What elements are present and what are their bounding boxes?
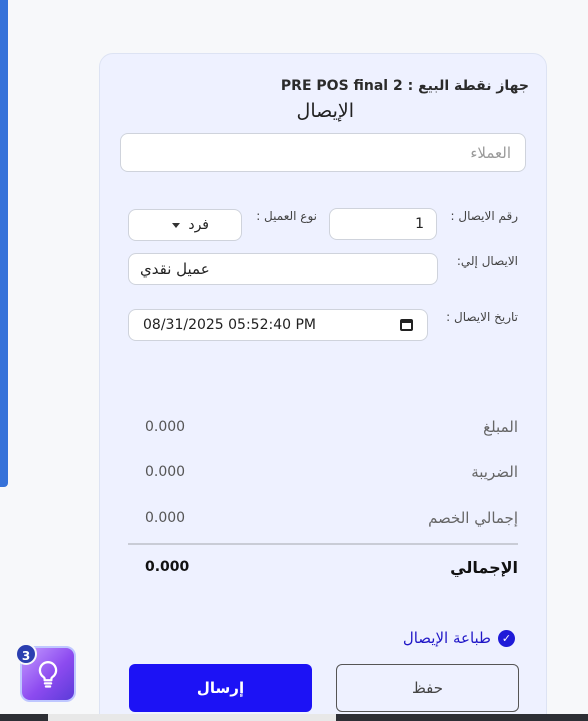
receipt-date-label: تاريخ الايصال : (446, 310, 518, 324)
tax-value: 0.000 (145, 464, 186, 480)
receipt-date-value: 08/31/2025 05:52:40 PM (143, 317, 316, 333)
page-title: الإيصال (296, 100, 354, 122)
receipt-panel: جهاز نقطة البيع : PRE POS final 2 الإيصا… (99, 53, 547, 721)
summary-total-row: 0.000 الإجمالي (128, 555, 518, 579)
customer-type-select[interactable]: فرد (128, 209, 242, 241)
print-receipt-label: طباعة الإيصال (402, 629, 491, 647)
print-receipt-option[interactable]: ✓ طباعة الإيصال (403, 629, 515, 647)
receipt-number-field[interactable] (329, 208, 437, 240)
total-value: 0.000 (145, 559, 190, 575)
customers-field[interactable] (120, 133, 526, 172)
receipt-date-field[interactable]: 08/31/2025 05:52:40 PM (128, 309, 428, 341)
save-button[interactable]: حفظ (336, 664, 519, 712)
calendar-icon[interactable] (400, 319, 413, 331)
summary-discount-row: 0.000 إجمالي الخصم (128, 506, 518, 530)
customer-type-value: فرد (188, 217, 209, 233)
total-label: الإجمالي (450, 557, 518, 577)
receipt-to-value: عميل نقدي (140, 260, 210, 278)
receipt-to-label: الايصال إلي: (456, 254, 518, 268)
customer-type-label: نوع العميل : (256, 209, 317, 223)
receipt-number-label: رقم الايصال : (450, 209, 519, 223)
summary-divider (128, 543, 518, 545)
bottom-bar-segment (48, 714, 336, 721)
amount-label: المبلغ (483, 418, 518, 436)
check-circle-icon[interactable]: ✓ (498, 629, 515, 647)
send-button[interactable]: إرسال (129, 664, 312, 712)
discount-value: 0.000 (145, 510, 186, 526)
lightbulb-icon (38, 661, 58, 688)
summary-tax-row: 0.000 الضريبة (128, 460, 518, 484)
receipt-number-input[interactable] (330, 209, 436, 239)
side-accent-bar (0, 0, 8, 487)
summary-amount-row: 0.000 المبلغ (128, 415, 518, 439)
tax-label: الضريبة (471, 463, 518, 481)
caret-down-icon (172, 222, 181, 228)
customers-input[interactable] (121, 134, 525, 171)
receipt-to-field[interactable]: عميل نقدي (128, 253, 438, 285)
notification-badge: 3 (15, 643, 37, 665)
amount-value: 0.000 (145, 419, 186, 435)
pos-device-label: جهاز نقطة البيع : PRE POS final 2 (280, 78, 529, 94)
bottom-bar (0, 714, 588, 721)
discount-label: إجمالي الخصم (428, 509, 518, 527)
